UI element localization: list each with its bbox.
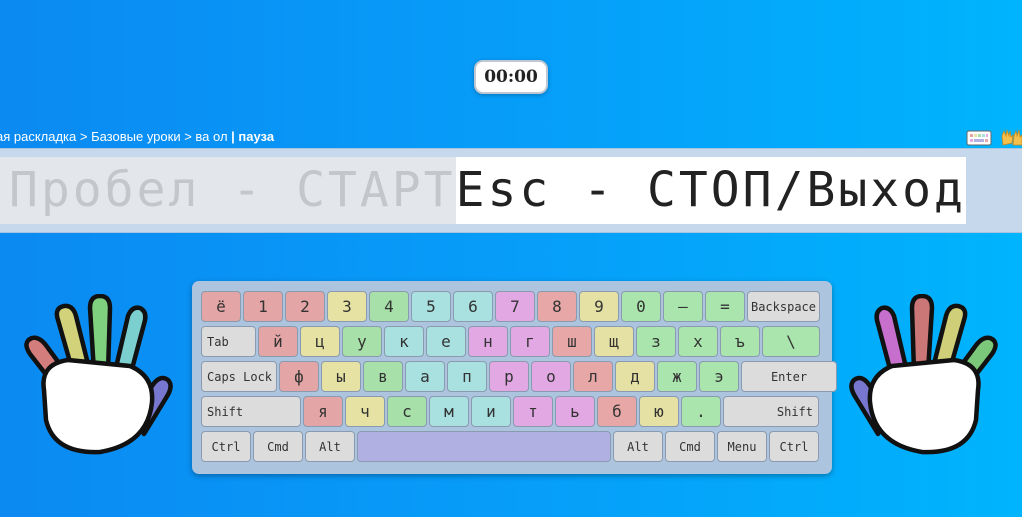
key-9[interactable]: 9 (579, 291, 619, 322)
key-ч[interactable]: ч (345, 396, 385, 427)
hands-icon[interactable] (1000, 127, 1022, 147)
key-ж[interactable]: ж (657, 361, 697, 392)
key-е[interactable]: е (426, 326, 466, 357)
key-и[interactable]: и (471, 396, 511, 427)
key-ы[interactable]: ы (321, 361, 361, 392)
keyboard-icon[interactable] (966, 130, 992, 146)
right-hand-icon (849, 294, 998, 455)
key-д[interactable]: д (615, 361, 655, 392)
left-hand-icon (24, 294, 173, 455)
key-а[interactable]: а (405, 361, 445, 392)
key-minus[interactable]: – (663, 291, 703, 322)
key-cmd[interactable]: Cmd (253, 431, 303, 462)
key-7[interactable]: 7 (495, 291, 535, 322)
key-shift[interactable]: Shift (723, 396, 819, 427)
key-л[interactable]: л (573, 361, 613, 392)
key-2[interactable]: 2 (285, 291, 325, 322)
key-б[interactable]: б (597, 396, 637, 427)
key-space[interactable] (357, 431, 611, 462)
breadcrumb: кая раскладка > Базовые уроки > ва ол | … (0, 129, 274, 144)
lesson-text: Пробел - СТАРТ Esc - СТОП/Выход (0, 157, 1022, 224)
key-alt[interactable]: Alt (613, 431, 663, 462)
key-menu[interactable]: Menu (717, 431, 767, 462)
key-equals[interactable]: = (705, 291, 745, 322)
key-о[interactable]: о (531, 361, 571, 392)
key-ц[interactable]: ц (300, 326, 340, 357)
key-г[interactable]: г (510, 326, 550, 357)
key-я[interactable]: я (303, 396, 343, 427)
key-shift[interactable]: Shift (201, 396, 301, 427)
key-cmd[interactable]: Cmd (665, 431, 715, 462)
key-caps-lock[interactable]: Caps Lock (201, 361, 277, 392)
key-ш[interactable]: ш (552, 326, 592, 357)
key-5[interactable]: 5 (411, 291, 451, 322)
key-8[interactable]: 8 (537, 291, 577, 322)
key-ctrl[interactable]: Ctrl (201, 431, 251, 462)
key-з[interactable]: з (636, 326, 676, 357)
key-1[interactable]: 1 (243, 291, 283, 322)
key-к[interactable]: к (384, 326, 424, 357)
timer-display: 00:00 (474, 60, 548, 94)
key-period[interactable]: . (681, 396, 721, 427)
key-м[interactable]: м (429, 396, 469, 427)
key-ф[interactable]: ф (279, 361, 319, 392)
key-backspace[interactable]: Backspace (747, 291, 820, 322)
key-ъ[interactable]: ъ (720, 326, 760, 357)
key-й[interactable]: й (258, 326, 298, 357)
key-щ[interactable]: щ (594, 326, 634, 357)
key-alt[interactable]: Alt (305, 431, 355, 462)
key-ю[interactable]: ю (639, 396, 679, 427)
typed-text: Пробел - СТАРТ (0, 157, 456, 224)
key-у[interactable]: у (342, 326, 382, 357)
key-6[interactable]: 6 (453, 291, 493, 322)
key-4[interactable]: 4 (369, 291, 409, 322)
key-3[interactable]: 3 (327, 291, 367, 322)
pending-text: Esc - СТОП/Выход (455, 157, 966, 224)
key-п[interactable]: п (447, 361, 487, 392)
key-ctrl[interactable]: Ctrl (769, 431, 819, 462)
key-р[interactable]: р (489, 361, 529, 392)
virtual-keyboard: ё 1 2 3 4 5 6 7 8 9 0– = Backspace Tab й ц у к е н г ш щ з х ъ \ Ca… (192, 281, 837, 474)
key-0[interactable]: 0 (621, 291, 661, 322)
key-т[interactable]: т (513, 396, 553, 427)
key-backslash[interactable]: \ (762, 326, 820, 357)
breadcrumb-path[interactable]: кая раскладка > Базовые уроки > ва ол (0, 129, 231, 144)
key-с[interactable]: с (387, 396, 427, 427)
pause-status[interactable]: пауза (238, 129, 274, 144)
key-н[interactable]: н (468, 326, 508, 357)
key-э[interactable]: э (699, 361, 739, 392)
key-в[interactable]: в (363, 361, 403, 392)
key-ь[interactable]: ь (555, 396, 595, 427)
key-ё[interactable]: ё (201, 291, 241, 322)
key-enter[interactable]: Enter (741, 361, 837, 392)
lesson-bar: Пробел - СТАРТ Esc - СТОП/Выход (0, 148, 1022, 233)
key-х[interactable]: х (678, 326, 718, 357)
key-tab[interactable]: Tab (201, 326, 256, 357)
